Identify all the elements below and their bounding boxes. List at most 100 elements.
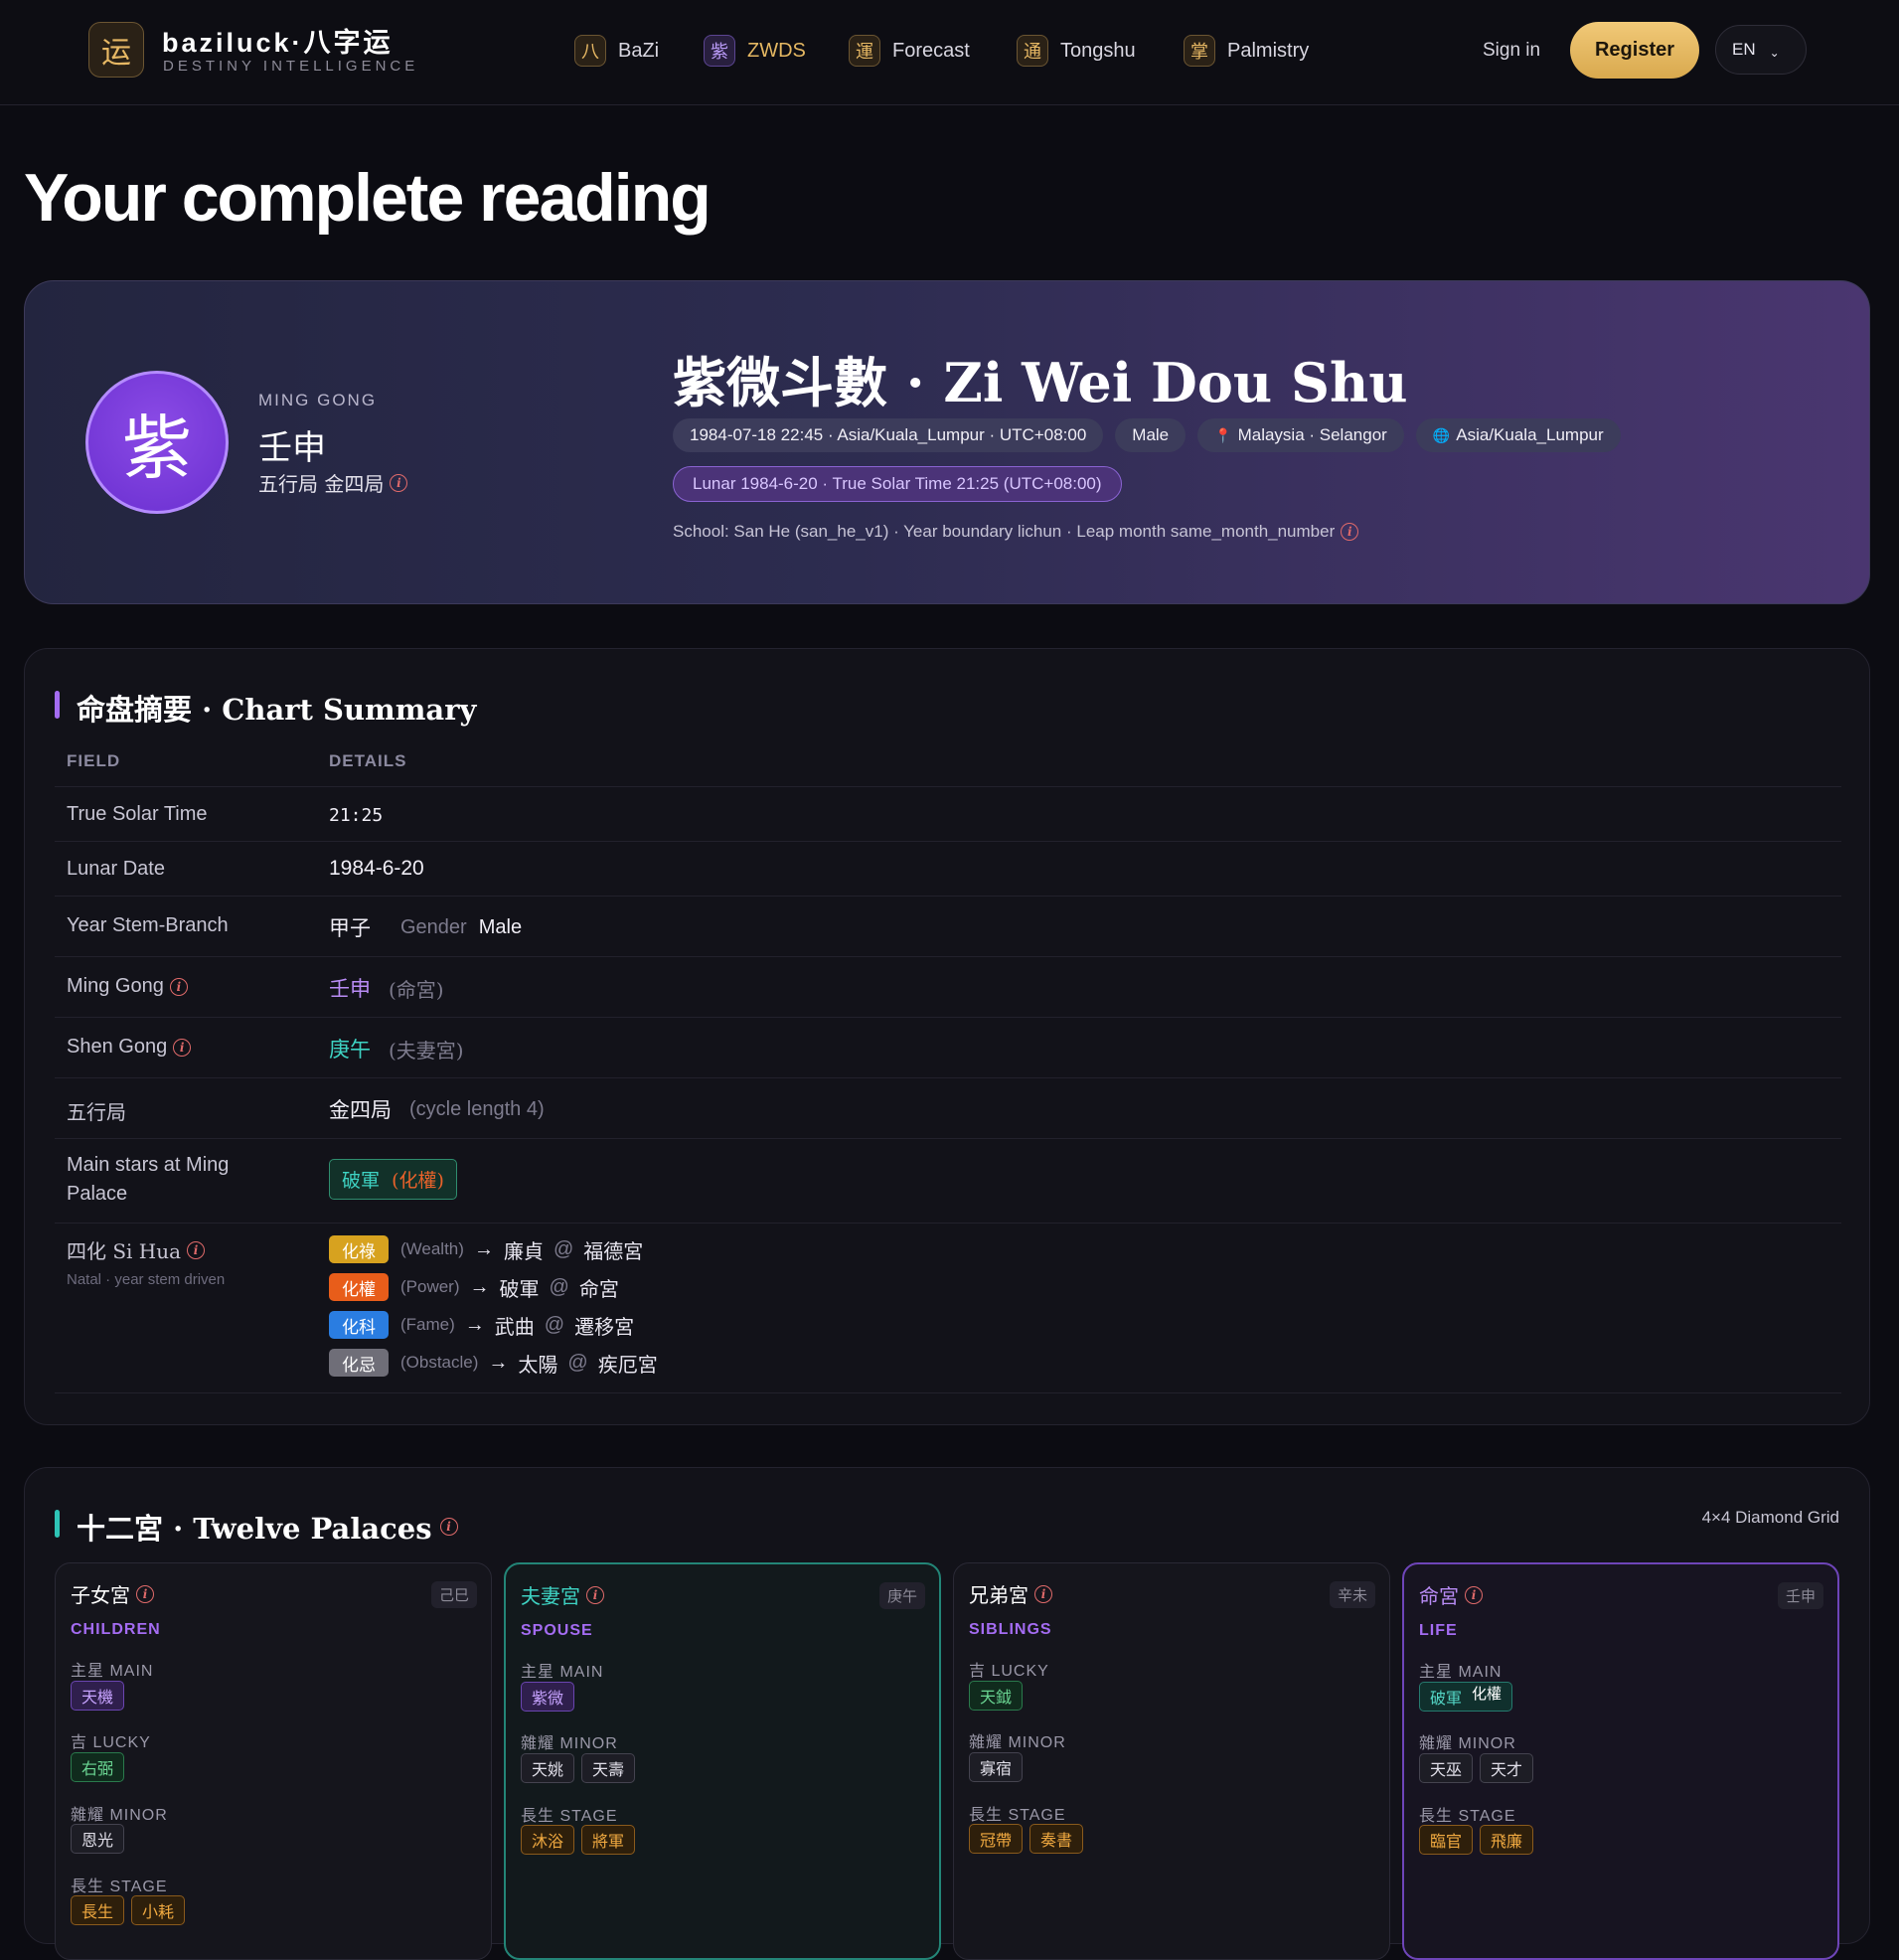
table-row: Year Stem-Branch 甲子 Gender Male <box>55 896 1841 957</box>
star-tag[interactable]: 長生 <box>71 1895 125 1925</box>
at-sign: @ <box>567 1351 588 1374</box>
info-icon[interactable]: i <box>187 1240 206 1259</box>
field-label-text: Ming Gong <box>67 975 164 997</box>
field-label: Shen Gong i <box>67 1036 192 1059</box>
field-label: Ming Gong i <box>67 975 188 998</box>
palace-children[interactable]: 子女宮 i 己巳 CHILDREN 主星 MAIN 天機 吉 LUCKY 右弼 … <box>55 1562 492 1960</box>
sihua-meaning: (Wealth) <box>400 1239 464 1258</box>
star-tag[interactable]: 天機 <box>71 1681 125 1711</box>
star-tag[interactable]: 恩光 <box>71 1824 125 1854</box>
palace-name: 命宮 i <box>1419 1580 1483 1609</box>
register-button[interactable]: Register <box>1570 22 1699 79</box>
star-tag[interactable]: 破軍 化權 <box>1419 1682 1513 1712</box>
sihua-badge: 化科 <box>329 1311 389 1339</box>
palace-siblings[interactable]: 兄弟宮 i 辛未 SIBLINGS 吉 LUCKY 天鉞 雜耀 MINOR 寡宿… <box>953 1562 1390 1960</box>
star-tag[interactable]: 奏書 <box>1029 1824 1084 1854</box>
brand-tagline: DESTINY INTELLIGENCE <box>163 58 419 75</box>
info-icon[interactable]: i <box>1465 1585 1483 1604</box>
logo-icon[interactable]: 运 <box>88 22 144 78</box>
star-tag[interactable]: 小耗 <box>131 1895 186 1925</box>
stage-stars: 長生 小耗 <box>71 1895 186 1925</box>
stage-label: 長生 STAGE <box>521 1808 618 1825</box>
field-label-text: Shen Gong <box>67 1036 168 1058</box>
main-stars: 天機 <box>71 1681 125 1711</box>
sihua-subtitle: Natal · year stem driven <box>67 1271 226 1288</box>
palace-english: CHILDREN <box>71 1621 161 1638</box>
main-star-tag[interactable]: 破軍 (化權) <box>329 1159 457 1200</box>
sihua-badge: 化權 <box>329 1273 389 1301</box>
sihua-item: 化科 (Fame) → 武曲 @ 遷移宮 <box>329 1306 658 1344</box>
sihua-palace: 命宮 <box>578 1276 619 1301</box>
star-tag[interactable]: 天姚 <box>521 1753 575 1783</box>
star-tag[interactable]: 冠帶 <box>969 1824 1024 1854</box>
palace-name-text: 子女宮 <box>71 1583 130 1607</box>
sihua-item: 化祿 (Wealth) → 廉貞 @ 福德宮 <box>329 1230 658 1268</box>
info-icon[interactable]: i <box>586 1585 604 1604</box>
star-tag[interactable]: 將軍 <box>581 1825 636 1855</box>
sihua-badge: 化祿 <box>329 1235 389 1263</box>
info-icon[interactable]: i <box>390 473 408 492</box>
palace-spouse[interactable]: 夫妻宮 i 庚午 SPOUSE 主星 MAIN 紫微 雜耀 MINOR 天姚 天… <box>504 1562 941 1960</box>
ming-gong-note: (命宮) <box>389 977 444 1002</box>
table-row: 四化 Si Hua i Natal · year stem driven 化祿 … <box>55 1223 1841 1393</box>
lucky-stars: 右弼 <box>71 1752 125 1782</box>
arrow-icon: → <box>464 1313 485 1336</box>
nav-zwds[interactable]: 紫 ZWDS <box>704 33 806 69</box>
table-row: Main stars at Ming Palace 破軍 (化權) <box>55 1138 1841 1224</box>
nav-bazi[interactable]: 八 BaZi <box>574 33 659 69</box>
language-selector[interactable]: EN ⌄ <box>1715 25 1807 75</box>
nav-label: ZWDS <box>747 39 806 62</box>
brand-name[interactable]: baziluck·八字运 <box>162 21 394 60</box>
palace-stem: 己巳 <box>430 1581 477 1608</box>
star-tag[interactable]: 紫微 <box>521 1682 575 1712</box>
minor-stars: 天巫 天才 <box>1419 1753 1534 1783</box>
minor-stars: 天姚 天壽 <box>521 1753 636 1783</box>
info-icon[interactable]: i <box>1034 1584 1052 1603</box>
nav-label: Palmistry <box>1227 39 1310 62</box>
info-icon[interactable]: i <box>173 1038 192 1057</box>
star-tag[interactable]: 飛廉 <box>1480 1825 1534 1855</box>
sihua-star: 武曲 <box>494 1314 535 1339</box>
star-tag[interactable]: 寡宿 <box>969 1752 1024 1782</box>
sihua-item: 化權 (Power) → 破軍 @ 命宮 <box>329 1268 658 1306</box>
main-label: 主星 MAIN <box>71 1663 154 1680</box>
stage-label: 長生 STAGE <box>969 1807 1066 1824</box>
star-tag[interactable]: 天才 <box>1480 1753 1534 1783</box>
star-tag[interactable]: 天鉞 <box>969 1681 1024 1711</box>
palace-name-text: 命宮 <box>1419 1584 1459 1608</box>
info-icon[interactable]: i <box>439 1518 458 1536</box>
birth-datetime-chip: 1984-07-18 22:45 · Asia/Kuala_Lumpur · U… <box>673 418 1104 452</box>
bureau-note: (cycle length 4) <box>409 1097 545 1120</box>
star-tag[interactable]: 天壽 <box>581 1753 636 1783</box>
zwds-icon: 紫 <box>704 35 735 67</box>
bureau-detail: 金四局 (cycle length 4) <box>329 1094 545 1124</box>
star-tag[interactable]: 天巫 <box>1419 1753 1474 1783</box>
star-name: 破軍 <box>1430 1689 1463 1708</box>
gender-chip: Male <box>1115 418 1187 452</box>
section-title: 十二宮 · Twelve Palaces i <box>55 1506 458 1548</box>
info-icon[interactable]: i <box>169 977 188 996</box>
page-title: Your complete reading <box>24 160 712 236</box>
star-tag[interactable]: 沐浴 <box>521 1825 575 1855</box>
at-sign: @ <box>544 1313 565 1336</box>
at-sign: @ <box>553 1237 574 1260</box>
table-row: True Solar Time 21:25 <box>55 786 1841 842</box>
element-bureau: 五行局 金四局 i <box>258 468 408 497</box>
info-icon[interactable]: i <box>1341 523 1359 541</box>
school-text: School: San He (san_he_v1) · Year bounda… <box>673 522 1336 541</box>
nav-tongshu[interactable]: 通 Tongshu <box>1017 33 1136 69</box>
palace-life[interactable]: 命宮 i 壬申 LIFE 主星 MAIN 破軍 化權 雜耀 MINOR 天巫 天… <box>1402 1562 1839 1960</box>
field-label: 四化 Si Hua i <box>67 1235 206 1264</box>
star-tag[interactable]: 臨官 <box>1419 1825 1474 1855</box>
nav-forecast[interactable]: 運 Forecast <box>849 33 970 69</box>
sihua-star: 廉貞 <box>503 1238 544 1263</box>
sihua-meaning: (Obstacle) <box>400 1353 479 1372</box>
star-tag[interactable]: 右弼 <box>71 1752 125 1782</box>
info-icon[interactable]: i <box>136 1584 154 1603</box>
sign-in-link[interactable]: Sign in <box>1483 40 1540 62</box>
nav-palmistry[interactable]: 掌 Palmistry <box>1184 33 1309 69</box>
main-label: 主星 MAIN <box>1419 1664 1503 1681</box>
arrow-icon: → <box>488 1351 509 1374</box>
school-settings: School: San He (san_he_v1) · Year bounda… <box>673 522 1359 542</box>
true-solar-time-value: 21:25 <box>329 805 384 826</box>
